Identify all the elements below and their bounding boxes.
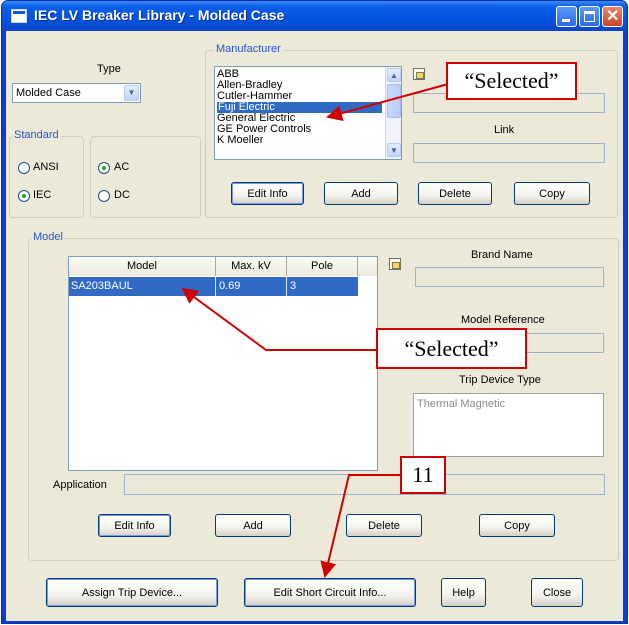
arrow-to-short-circuit <box>320 474 400 578</box>
step-number-callout: 11 <box>400 456 446 494</box>
arrow-to-model <box>181 287 376 351</box>
selected-callout-manufacturer: “Selected” <box>446 62 577 100</box>
selected-callout-model: “Selected” <box>376 328 527 369</box>
